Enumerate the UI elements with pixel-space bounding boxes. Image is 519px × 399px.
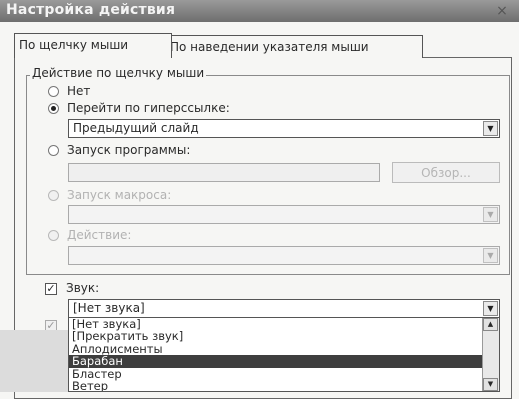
- radio-action-row[interactable]: Действие:: [48, 226, 131, 244]
- sound-label: Звук:: [66, 281, 100, 295]
- sound-value: [Нет звука]: [73, 301, 145, 315]
- radio-run-program-row[interactable]: Запуск программы:: [48, 141, 190, 159]
- hyperlink-value: Предыдущий слайд: [73, 121, 199, 135]
- group-title: Действие по щелчку мыши: [30, 66, 207, 80]
- hyperlink-combo[interactable]: Предыдущий слайд ▼: [68, 119, 500, 138]
- sound-dropdown-list[interactable]: [Нет звука] [Прекратить звук] Аплодисмен…: [68, 317, 500, 392]
- scroll-up-icon[interactable]: ▲: [483, 318, 498, 331]
- radio-run-macro-row[interactable]: Запуск макроса:: [48, 186, 171, 204]
- radio-none[interactable]: [48, 85, 59, 97]
- list-item[interactable]: Ветер: [69, 380, 499, 391]
- radio-action-label: Действие:: [67, 228, 132, 242]
- chevron-down-icon[interactable]: ▼: [483, 207, 498, 222]
- window-title: Настройка действия: [6, 2, 176, 18]
- chevron-down-icon[interactable]: ▼: [483, 121, 498, 136]
- scroll-down-icon[interactable]: ▼: [483, 378, 498, 391]
- chevron-down-icon[interactable]: ▼: [483, 248, 498, 263]
- macro-combo[interactable]: ▼: [68, 205, 500, 224]
- chevron-down-icon[interactable]: ▼: [483, 301, 498, 316]
- radio-hyperlink-label: Перейти по гиперссылке:: [67, 101, 230, 115]
- radio-action[interactable]: [48, 229, 59, 241]
- radio-none-label: Нет: [67, 84, 91, 98]
- list-item[interactable]: Аплодисменты: [69, 342, 499, 355]
- sound-checkbox[interactable]: ✓: [45, 283, 57, 295]
- sound-combo[interactable]: [Нет звука] ▼: [68, 299, 500, 318]
- radio-hyperlink-row[interactable]: Перейти по гиперссылке:: [48, 99, 230, 117]
- list-scrollbar[interactable]: ▲ ▼: [482, 318, 499, 391]
- list-item[interactable]: [Прекратить звук]: [69, 330, 499, 343]
- program-path-input[interactable]: [68, 163, 380, 182]
- tab-on-click[interactable]: По щелчку мыши: [14, 33, 172, 58]
- radio-run-program-label: Запуск программы:: [67, 143, 191, 157]
- radio-none-row[interactable]: Нет: [48, 82, 90, 100]
- action-combo[interactable]: ▼: [68, 246, 500, 265]
- tab-on-mouse-over[interactable]: По наведении указателя мыши: [164, 35, 423, 58]
- close-icon[interactable]: ×: [492, 3, 512, 19]
- radio-run-macro-label: Запуск макроса:: [67, 188, 172, 202]
- radio-run-macro[interactable]: [48, 189, 59, 201]
- title-bar: Настройка действия ×: [0, 0, 519, 22]
- browse-button[interactable]: Обзор...: [392, 162, 500, 183]
- radio-run-program[interactable]: [48, 144, 59, 156]
- radio-hyperlink[interactable]: [48, 102, 59, 114]
- background-overlap: [0, 330, 68, 392]
- list-item[interactable]: Бластер: [69, 367, 499, 380]
- list-item-selected[interactable]: Барабан: [69, 355, 499, 368]
